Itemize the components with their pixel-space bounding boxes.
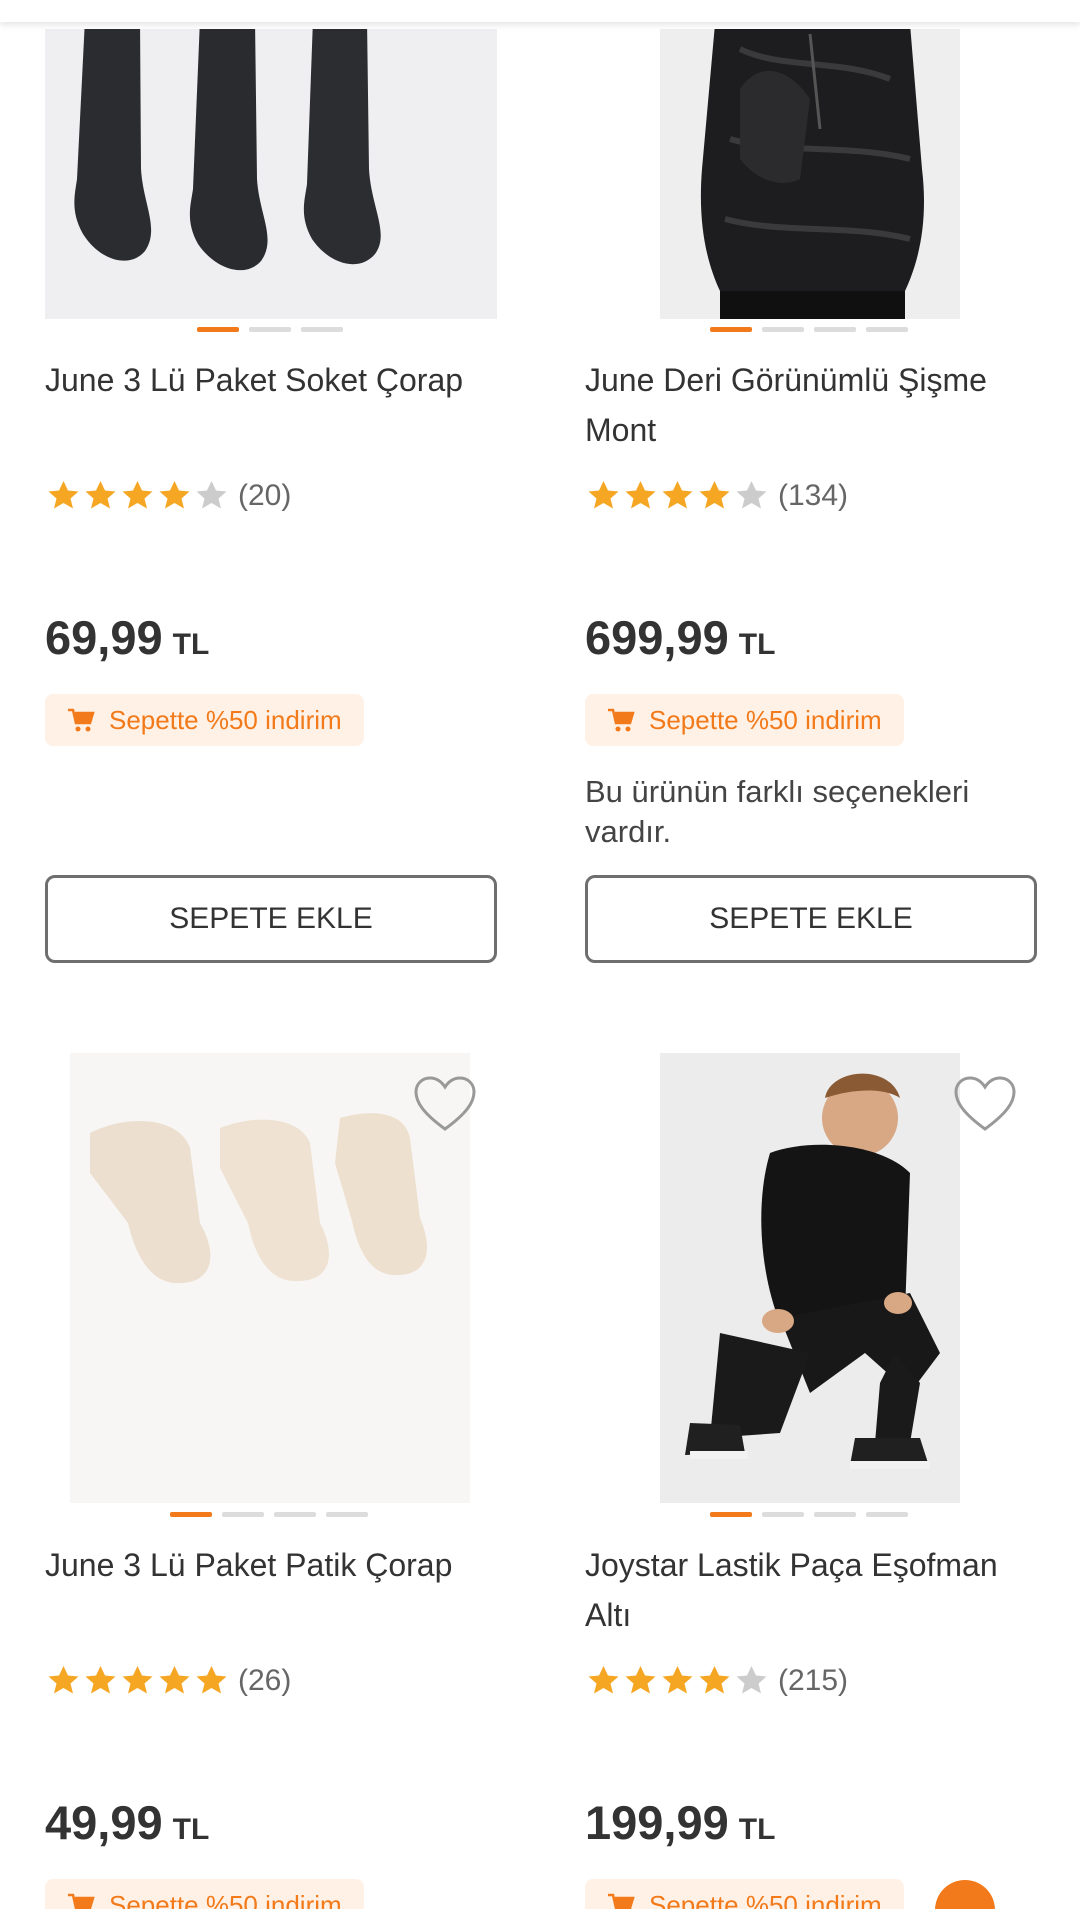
star-filled-icon	[588, 480, 619, 508]
pagination-dot[interactable]	[222, 1512, 264, 1517]
floating-action-button[interactable]	[935, 1880, 995, 1909]
star-filled-icon	[662, 1665, 693, 1693]
star-filled-icon	[48, 480, 79, 508]
star-filled-icon	[699, 480, 730, 508]
add-to-cart-button[interactable]: SEPETE EKLE	[45, 875, 497, 963]
product-rating: (215)	[585, 1661, 848, 1701]
product-image-carousel[interactable]	[585, 29, 1037, 319]
pagination-dot[interactable]	[866, 1512, 908, 1517]
product-name[interactable]: June 3 Lü Paket Soket Çorap	[45, 355, 497, 405]
favorite-heart-icon[interactable]	[413, 1075, 477, 1133]
price-amount: 49,99	[45, 1796, 163, 1849]
product-rating: (134)	[585, 476, 848, 516]
pagination-dot[interactable]	[762, 1512, 804, 1517]
star-filled-icon	[85, 1665, 116, 1693]
product-price: 49,99 TL	[45, 1795, 209, 1850]
cart-icon	[68, 1893, 95, 1909]
rating-stars	[45, 1664, 230, 1699]
product-name[interactable]: June 3 Lü Paket Patik Çorap	[45, 1540, 497, 1590]
star-filled-icon	[159, 480, 190, 508]
star-filled-icon	[122, 1665, 153, 1693]
star-empty-icon	[196, 480, 227, 508]
product-image-carousel[interactable]	[45, 1053, 497, 1503]
favorite-heart-icon[interactable]	[953, 1075, 1017, 1133]
pagination-dot[interactable]	[814, 1512, 856, 1517]
add-to-cart-button[interactable]: SEPETE EKLE	[585, 875, 1037, 963]
cart-icon	[68, 708, 95, 732]
promo-text: Sepette %50 indirim	[109, 704, 342, 735]
rating-count: (134)	[778, 479, 849, 512]
star-filled-icon	[196, 1665, 227, 1693]
pagination-dot-active[interactable]	[710, 1512, 752, 1517]
pagination-dot-active[interactable]	[197, 327, 239, 332]
pagination-dot[interactable]	[814, 327, 856, 332]
pagination-dot[interactable]	[326, 1512, 368, 1517]
star-filled-icon	[122, 480, 153, 508]
cart-icon	[608, 1893, 635, 1909]
image-pagination-dots	[197, 327, 343, 332]
promo-text: Sepette %50 indirim	[109, 1889, 342, 1909]
star-filled-icon	[85, 480, 116, 508]
product-price: 69,99 TL	[45, 610, 209, 665]
cart-icon	[608, 708, 635, 732]
product-image[interactable]	[660, 1053, 960, 1503]
promo-badge: Sepette %50 indirim	[585, 1879, 904, 1909]
pagination-dot[interactable]	[762, 327, 804, 332]
rating-count: (26)	[238, 1664, 292, 1697]
star-filled-icon	[625, 1665, 656, 1693]
rating-count: (20)	[238, 479, 292, 512]
star-filled-icon	[159, 1665, 190, 1693]
star-empty-icon	[736, 1665, 767, 1693]
pagination-dot-active[interactable]	[710, 327, 752, 332]
product-image[interactable]	[70, 1053, 470, 1503]
promo-badge: Sepette %50 indirim	[45, 1879, 364, 1909]
rating-stars	[585, 479, 770, 514]
price-currency: TL	[172, 628, 210, 661]
pagination-dot[interactable]	[866, 327, 908, 332]
image-pagination-dots	[710, 1512, 908, 1517]
product-rating: (26)	[45, 1661, 291, 1701]
pagination-dot-active[interactable]	[170, 1512, 212, 1517]
pagination-dot[interactable]	[301, 327, 343, 332]
product-name[interactable]: June Deri Görünümlü Şişme Mont	[585, 355, 1037, 455]
price-currency: TL	[738, 628, 776, 661]
variant-note: Bu ürünün farklı seçenekleri vardır.	[585, 774, 970, 849]
pagination-dot[interactable]	[249, 327, 291, 332]
promo-text: Sepette %50 indirim	[649, 704, 882, 735]
star-filled-icon	[588, 1665, 619, 1693]
rating-count: (215)	[778, 1664, 849, 1697]
promo-text: Sepette %50 indirim	[649, 1889, 882, 1909]
promo-badge: Sepette %50 indirim	[45, 694, 364, 746]
pagination-dot[interactable]	[274, 1512, 316, 1517]
promo-badge: Sepette %50 indirim	[585, 694, 904, 746]
product-rating: (20)	[45, 476, 291, 516]
star-filled-icon	[662, 480, 693, 508]
product-price: 699,99 TL	[585, 610, 775, 665]
product-image[interactable]	[660, 29, 960, 319]
top-header-bar	[0, 0, 1080, 22]
product-image-carousel[interactable]	[585, 1053, 1037, 1503]
star-filled-icon	[625, 480, 656, 508]
price-amount: 69,99	[45, 611, 163, 664]
star-filled-icon	[699, 1665, 730, 1693]
product-price: 199,99 TL	[585, 1795, 775, 1850]
image-pagination-dots	[170, 1512, 368, 1517]
price-currency: TL	[738, 1813, 776, 1846]
product-name[interactable]: Joystar Lastik Paça Eşofman Altı	[585, 1540, 1037, 1640]
product-image[interactable]	[45, 29, 497, 319]
price-amount: 199,99	[585, 1796, 729, 1849]
star-filled-icon	[48, 1665, 79, 1693]
image-pagination-dots	[710, 327, 908, 332]
star-empty-icon	[736, 480, 767, 508]
price-amount: 699,99	[585, 611, 729, 664]
product-image-carousel[interactable]	[45, 29, 497, 319]
rating-stars	[585, 1664, 770, 1699]
price-currency: TL	[172, 1813, 210, 1846]
rating-stars	[45, 479, 230, 514]
